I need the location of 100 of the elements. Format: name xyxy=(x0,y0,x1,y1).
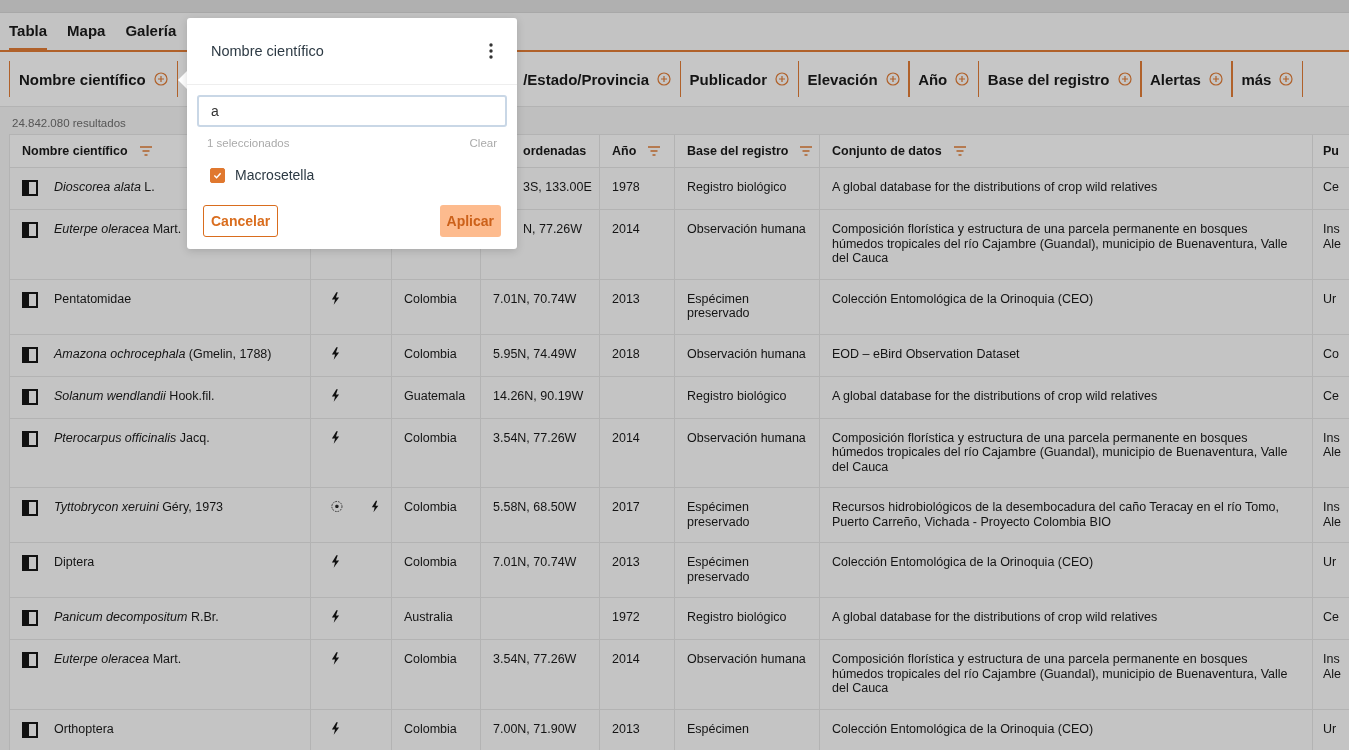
view-tab[interactable]: Galería xyxy=(125,13,177,51)
table-cell: Observación humana xyxy=(687,222,806,236)
square-half-icon[interactable] xyxy=(22,346,38,363)
table-cell: 2013 xyxy=(612,291,640,306)
table-cell: 14.26N, 90.19W xyxy=(493,388,584,403)
filter-icon[interactable] xyxy=(800,146,813,156)
table-cell: Colombia xyxy=(404,721,457,736)
table-cell: Ins Ale xyxy=(1323,430,1342,459)
filter-icon[interactable] xyxy=(139,146,152,156)
table-cell: Colombia xyxy=(404,652,457,666)
results-count: 24.842.080 resultados xyxy=(12,117,126,129)
table-cell: Co xyxy=(1323,346,1339,361)
table-cell: Ins Ale xyxy=(1323,652,1342,681)
table-cell: 7.01N, 70.74W xyxy=(493,555,577,569)
filter-label[interactable]: /Estado/Provincia xyxy=(523,70,650,88)
lightning-icon xyxy=(331,430,340,444)
add-circle-icon[interactable] xyxy=(657,72,672,86)
filter-label[interactable]: Año xyxy=(918,70,948,88)
selected-count: 1 seleccionados xyxy=(207,137,290,149)
column-header: Nombre científico xyxy=(22,144,128,158)
table-cell: 3S, 133.00E xyxy=(523,180,592,194)
table-cell: Colección Entomológica de la Orinoquia (CEO) xyxy=(832,291,1094,306)
square-half-icon[interactable] xyxy=(22,291,38,308)
table-cell: Australia xyxy=(404,610,453,624)
search-field[interactable]: a xyxy=(197,95,507,127)
scientific-name: Solanum wendlandii Hook.fil. xyxy=(54,388,215,403)
add-circle-icon[interactable] xyxy=(1208,72,1223,86)
table-cell: 5.58N, 68.50W xyxy=(493,500,577,514)
table-cell: 7.00N, 71.90W xyxy=(493,721,577,736)
square-half-icon[interactable] xyxy=(22,721,38,738)
column-header: Conjunto de datos xyxy=(832,144,942,158)
table-cell: 1972 xyxy=(612,610,640,624)
square-half-icon[interactable] xyxy=(22,180,38,196)
filter-label[interactable]: Base del registro xyxy=(987,70,1110,88)
square-half-icon[interactable] xyxy=(22,652,38,668)
add-circle-icon[interactable] xyxy=(1279,72,1294,86)
table-cell: Registro biológico xyxy=(687,180,787,194)
scientific-name: Euterpe oleracea Mart. xyxy=(54,652,182,667)
column-header: Año xyxy=(612,144,637,158)
lightning-icon xyxy=(331,388,340,402)
table-cell: 7.01N, 70.74W xyxy=(493,291,577,306)
table-cell: 2014 xyxy=(612,222,640,236)
table-cell: N, 77.26W xyxy=(523,222,583,236)
lightning-icon xyxy=(331,555,340,568)
add-circle-icon[interactable] xyxy=(775,72,790,86)
more-icon[interactable] xyxy=(489,43,493,59)
option-label[interactable]: Macrosetella xyxy=(235,167,315,183)
add-circle-icon[interactable] xyxy=(1117,72,1132,86)
add-circle-icon[interactable] xyxy=(153,72,168,86)
square-half-icon[interactable] xyxy=(22,610,38,626)
lightning-icon xyxy=(370,500,379,513)
table-cell: Colombia xyxy=(404,291,457,306)
filter-label[interactable]: Nombre científico xyxy=(19,70,146,88)
table-cell: 2014 xyxy=(612,430,640,445)
table-cell: Espécimen preservado xyxy=(687,555,750,584)
lightning-icon xyxy=(331,610,340,623)
table-cell: Ins Ale xyxy=(1323,500,1342,529)
table-cell: 5.95N, 74.49W xyxy=(493,346,577,361)
table-cell: Ce xyxy=(1323,388,1339,403)
table-cell: Ur xyxy=(1323,721,1337,736)
column-header: ordenadas xyxy=(523,144,587,158)
scientific-name: Orthoptera xyxy=(54,721,114,736)
scientific-name: Dioscorea alata L. xyxy=(54,180,155,195)
table-cell: 2018 xyxy=(612,346,640,361)
square-half-icon[interactable] xyxy=(22,500,38,516)
filter-label[interactable]: Elevación xyxy=(807,70,878,88)
table-cell: Colección Entomológica de la Orinoquia (CEO) xyxy=(832,721,1094,736)
square-half-icon[interactable] xyxy=(22,555,38,571)
scientific-name: Pentatomidae xyxy=(54,291,132,306)
checkbox[interactable] xyxy=(210,167,225,183)
table-cell: Guatemala xyxy=(404,388,466,403)
add-circle-icon[interactable] xyxy=(955,72,970,86)
table-cell: Colombia xyxy=(404,500,457,514)
scientific-name: Euterpe oleracea Mart. xyxy=(54,222,182,237)
table-cell: Colombia xyxy=(404,430,457,445)
filter-icon[interactable] xyxy=(648,146,661,156)
table-cell: Observación humana xyxy=(687,346,806,361)
table-cell: 3.54N, 77.26W xyxy=(493,430,577,445)
square-half-icon[interactable] xyxy=(22,388,38,405)
ball-icon xyxy=(331,500,343,513)
scientific-name: Amazona ochrocephala (Gmelin, 1788) xyxy=(54,346,272,361)
table-cell: 2013 xyxy=(612,555,640,569)
square-half-icon[interactable] xyxy=(22,222,38,238)
table-cell: A global database for the distributions of crop wild relatives xyxy=(832,388,1158,403)
filter-label[interactable]: más xyxy=(1241,70,1272,88)
table-cell: Registro biológico xyxy=(687,388,787,403)
table-cell: 3.54N, 77.26W xyxy=(493,652,577,666)
table-cell: Espécimen preservado xyxy=(687,291,750,320)
filter-label[interactable]: Alertas xyxy=(1150,70,1201,88)
view-tab[interactable]: Mapa xyxy=(67,13,106,51)
table-cell: Composición florística y estructura de una parcela permanente en bosques húmedos tropicales del río Cajambre (Guandal), municipio de Buenaventura, Valle del Cauca xyxy=(832,652,1288,695)
table-cell: 2013 xyxy=(612,721,640,736)
filter-label[interactable]: Publicador xyxy=(689,70,768,88)
table-cell: Ins Ale xyxy=(1323,222,1342,251)
add-circle-icon[interactable] xyxy=(885,72,900,86)
table-cell: Colombia xyxy=(404,555,457,569)
filter-icon[interactable] xyxy=(953,146,966,156)
table-cell: Observación humana xyxy=(687,430,806,445)
table-cell: Ur xyxy=(1323,291,1337,306)
square-half-icon[interactable] xyxy=(22,430,38,447)
